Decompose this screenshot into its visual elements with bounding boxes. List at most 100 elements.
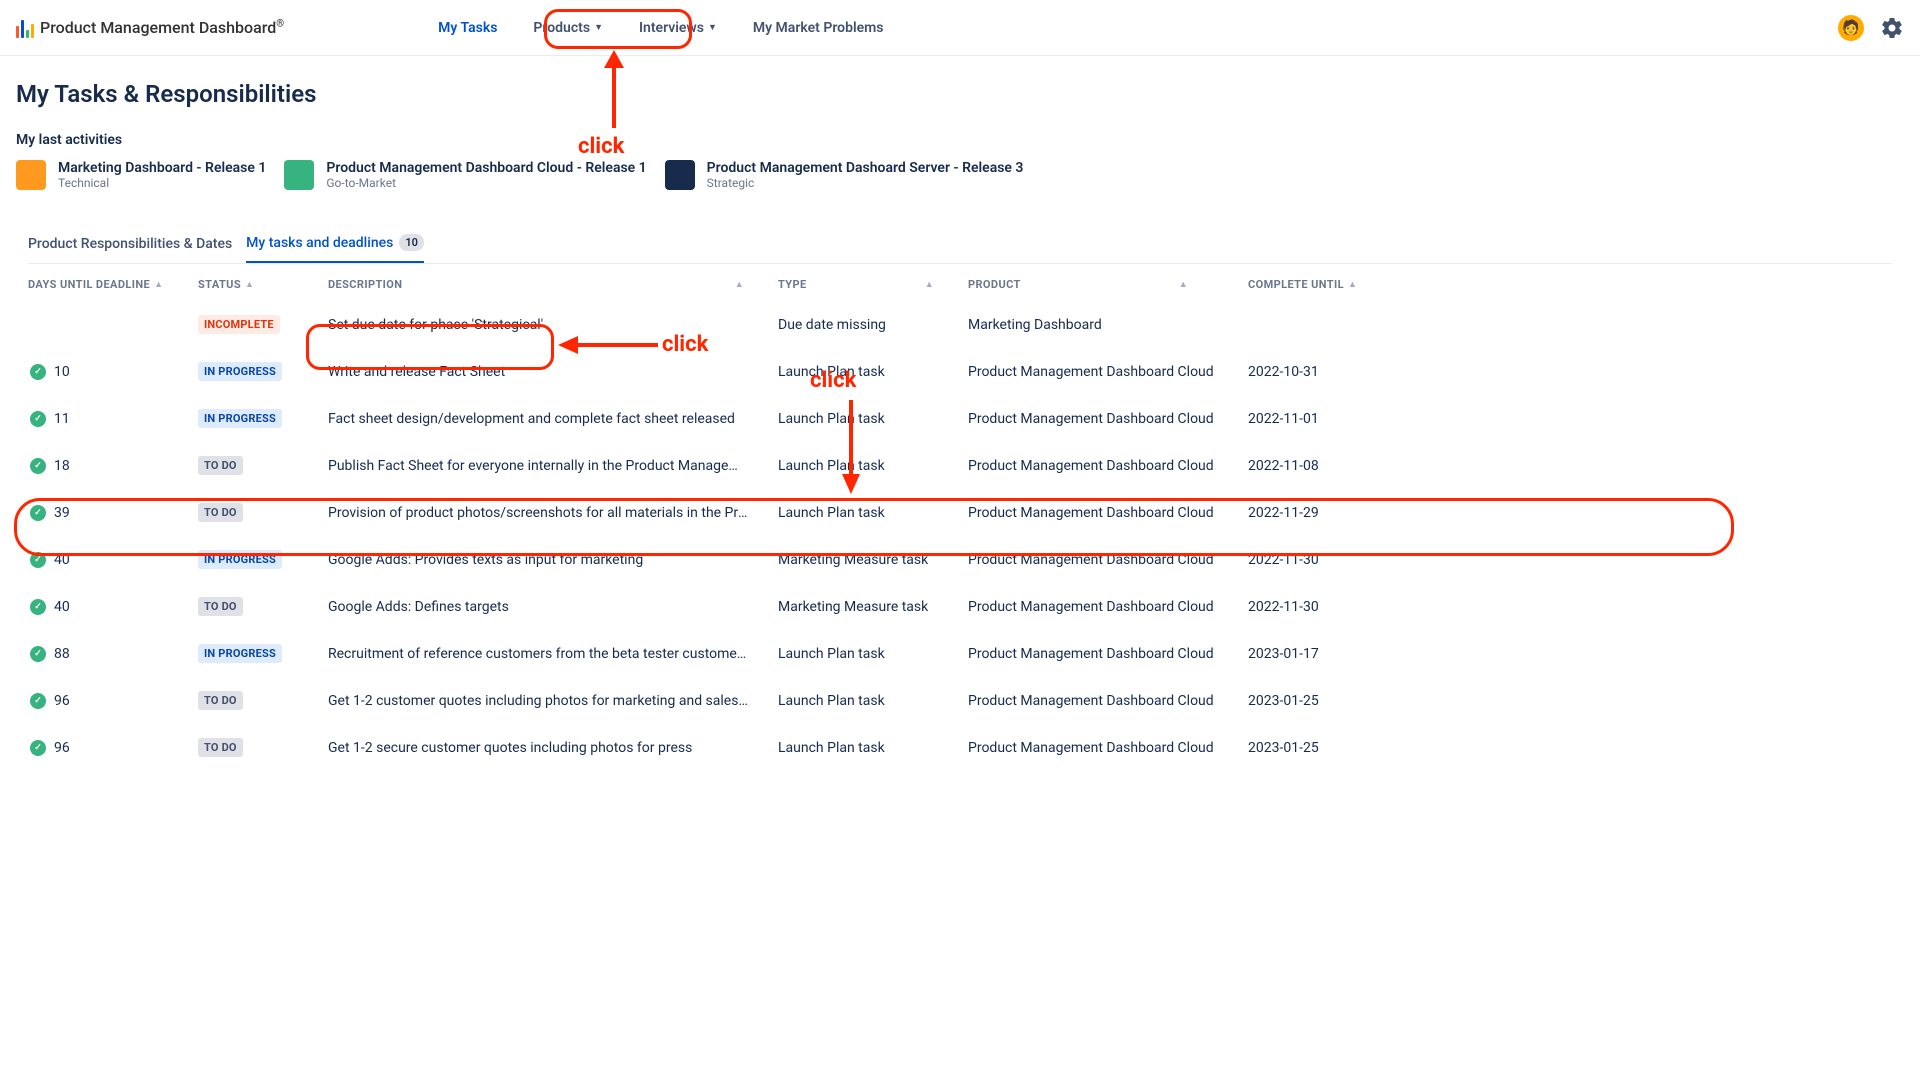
cell-status: IN PROGRESS	[198, 362, 328, 381]
cell-complete: 2022-10-31	[1248, 364, 1388, 380]
col-description[interactable]: DESCRIPTION▲	[328, 278, 778, 291]
check-circle-icon: ✓	[30, 552, 46, 568]
gear-icon	[1880, 16, 1904, 40]
page-title: My Tasks & Responsibilities	[16, 80, 1904, 108]
status-badge: TO DO	[198, 503, 243, 522]
activity-item[interactable]: Product Management Dashboard Cloud - Rel…	[284, 160, 646, 190]
nav-products[interactable]: Products▼	[519, 14, 617, 42]
cell-days: ✓96	[28, 693, 198, 709]
user-avatar[interactable]: 🧑	[1838, 15, 1864, 41]
cell-type: Due date missing	[778, 317, 968, 333]
cell-type: Marketing Measure task	[778, 552, 968, 568]
cell-complete: 2022-11-01	[1248, 411, 1388, 427]
cell-description: Write and release Fact Sheet	[328, 364, 778, 380]
top-bar: Product Management Dashboard® My Tasks P…	[0, 0, 1920, 56]
cell-product: Product Management Dashboard Cloud	[968, 646, 1248, 662]
activity-title: Product Management Dashboard Cloud - Rel…	[326, 160, 646, 176]
col-status[interactable]: STATUS▲	[198, 278, 328, 291]
cell-product: Marketing Dashboard	[968, 317, 1248, 333]
nav-my-tasks[interactable]: My Tasks	[424, 14, 511, 42]
app-logo: Product Management Dashboard®	[16, 18, 284, 38]
cell-status: TO DO	[198, 456, 328, 475]
check-circle-icon: ✓	[30, 693, 46, 709]
check-circle-icon: ✓	[30, 505, 46, 521]
activity-item[interactable]: Product Management Dashoard Server - Rel…	[665, 160, 1024, 190]
cell-product: Product Management Dashboard Cloud	[968, 505, 1248, 521]
cell-complete: 2023-01-25	[1248, 693, 1388, 709]
cell-days: ✓40	[28, 599, 198, 615]
col-complete[interactable]: COMPLETE UNTIL▲	[1248, 278, 1388, 291]
cell-days: ✓10	[28, 364, 198, 380]
cell-description: Google Adds: Defines targets	[328, 599, 778, 615]
check-circle-icon: ✓	[30, 364, 46, 380]
col-product[interactable]: PRODUCT▲	[968, 278, 1248, 291]
table-row[interactable]: ✓40 TO DO Google Adds: Defines targets M…	[28, 583, 1892, 630]
table-header: DAYS UNTIL DEADLINE▲ STATUS▲ DESCRIPTION…	[28, 264, 1892, 301]
cell-product: Product Management Dashboard Cloud	[968, 364, 1248, 380]
check-circle-icon: ✓	[30, 458, 46, 474]
check-circle-icon: ✓	[30, 411, 46, 427]
table-row[interactable]: ✓96 TO DO Get 1-2 customer quotes includ…	[28, 677, 1892, 724]
tabs: Product Responsibilities & Dates My task…	[28, 226, 1892, 264]
sort-asc-icon: ▲	[1348, 279, 1357, 290]
col-type[interactable]: TYPE▲	[778, 278, 968, 291]
settings-button[interactable]	[1880, 16, 1904, 40]
sort-asc-icon: ▲	[1179, 279, 1188, 290]
cell-description: Recruitment of reference customers from …	[328, 646, 778, 662]
cell-days: ✓18	[28, 458, 198, 474]
cell-days: ✓39	[28, 505, 198, 521]
brand-suffix: ®	[276, 19, 284, 30]
activity-subtitle: Technical	[58, 176, 266, 190]
cell-product: Product Management Dashboard Cloud	[968, 599, 1248, 615]
brand-name: Product Management Dashboard	[40, 18, 276, 37]
table-row[interactable]: ✓18 TO DO Publish Fact Sheet for everyon…	[28, 442, 1892, 489]
cell-description: Fact sheet design/development and comple…	[328, 411, 778, 427]
cell-description: Google Adds: Provides texts as input for…	[328, 552, 778, 568]
cell-description: Set due date for phase 'Strategical'	[328, 317, 778, 333]
status-badge: IN PROGRESS	[198, 362, 282, 381]
cell-status: IN PROGRESS	[198, 409, 328, 428]
cell-product: Product Management Dashboard Cloud	[968, 740, 1248, 756]
table-row[interactable]: INCOMPLETE Set due date for phase 'Strat…	[28, 301, 1892, 348]
activity-swatch	[284, 160, 314, 190]
cell-type: Launch Plan task	[778, 364, 968, 380]
sort-asc-icon: ▲	[925, 279, 934, 290]
nav-interviews[interactable]: Interviews▼	[625, 14, 731, 42]
cell-product: Product Management Dashboard Cloud	[968, 411, 1248, 427]
table-row[interactable]: ✓88 IN PROGRESS Recruitment of reference…	[28, 630, 1892, 677]
table-row[interactable]: ✓10 IN PROGRESS Write and release Fact S…	[28, 348, 1892, 395]
table-row[interactable]: ✓40 IN PROGRESS Google Adds: Provides te…	[28, 536, 1892, 583]
activity-item[interactable]: Marketing Dashboard - Release 1 Technica…	[16, 160, 266, 190]
check-circle-icon: ✓	[30, 740, 46, 756]
cell-description: Provision of product photos/screenshots …	[328, 505, 778, 521]
status-badge: IN PROGRESS	[198, 644, 282, 663]
status-badge: TO DO	[198, 597, 243, 616]
cell-complete: 2022-11-08	[1248, 458, 1388, 474]
cell-complete: 2022-11-30	[1248, 599, 1388, 615]
table-row[interactable]: ✓11 IN PROGRESS Fact sheet design/develo…	[28, 395, 1892, 442]
activity-title: Product Management Dashoard Server - Rel…	[707, 160, 1024, 176]
tab-responsibilities[interactable]: Product Responsibilities & Dates	[28, 226, 232, 263]
table-row[interactable]: ✓39 TO DO Provision of product photos/sc…	[28, 489, 1892, 536]
cell-status: IN PROGRESS	[198, 550, 328, 569]
cell-type: Launch Plan task	[778, 693, 968, 709]
status-badge: IN PROGRESS	[198, 550, 282, 569]
activity-subtitle: Strategic	[707, 176, 1024, 190]
nav-my-market-problems[interactable]: My Market Problems	[739, 14, 898, 42]
activity-title: Marketing Dashboard - Release 1	[58, 160, 266, 176]
cell-days: ✓40	[28, 552, 198, 568]
activity-swatch	[16, 160, 46, 190]
logo-icon	[16, 18, 34, 38]
check-circle-icon: ✓	[30, 599, 46, 615]
activity-subtitle: Go-to-Market	[326, 176, 646, 190]
cell-complete: 2023-01-17	[1248, 646, 1388, 662]
tab-my-tasks-deadlines[interactable]: My tasks and deadlines 10	[246, 226, 424, 263]
cell-type: Marketing Measure task	[778, 599, 968, 615]
cell-description: Get 1-2 secure customer quotes including…	[328, 740, 778, 756]
cell-days: ✓96	[28, 740, 198, 756]
table-row[interactable]: ✓96 TO DO Get 1-2 secure customer quotes…	[28, 724, 1892, 771]
status-badge: INCOMPLETE	[198, 315, 280, 334]
status-badge: TO DO	[198, 691, 243, 710]
col-days[interactable]: DAYS UNTIL DEADLINE▲	[28, 278, 198, 291]
cell-status: TO DO	[198, 738, 328, 757]
